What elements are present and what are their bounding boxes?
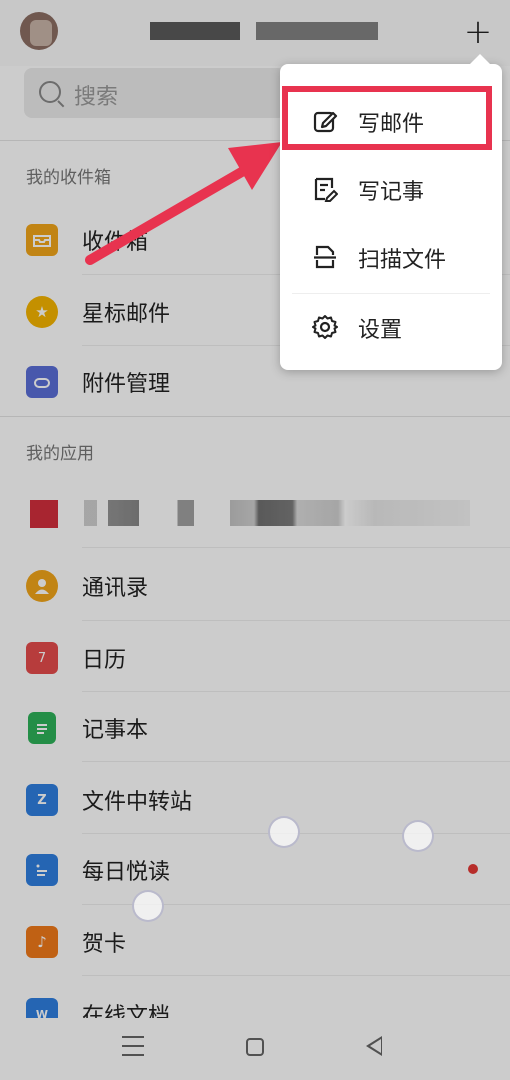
menu-item-label: 写记事: [358, 180, 425, 205]
menu-item-write-note[interactable]: 写记事: [280, 156, 502, 222]
touch-indicator: [402, 820, 434, 852]
scan-icon: [314, 245, 336, 269]
touch-indicator: [268, 816, 300, 848]
note-icon: [314, 177, 338, 202]
menu-item-settings[interactable]: 设置: [280, 294, 502, 360]
menu-item-scan[interactable]: 扫描文件: [280, 224, 502, 290]
gear-icon: [312, 315, 338, 339]
highlight-box: [282, 86, 492, 150]
touch-indicator: [132, 890, 164, 922]
menu-item-label: 扫描文件: [358, 248, 447, 273]
menu-item-label: 设置: [358, 318, 403, 343]
